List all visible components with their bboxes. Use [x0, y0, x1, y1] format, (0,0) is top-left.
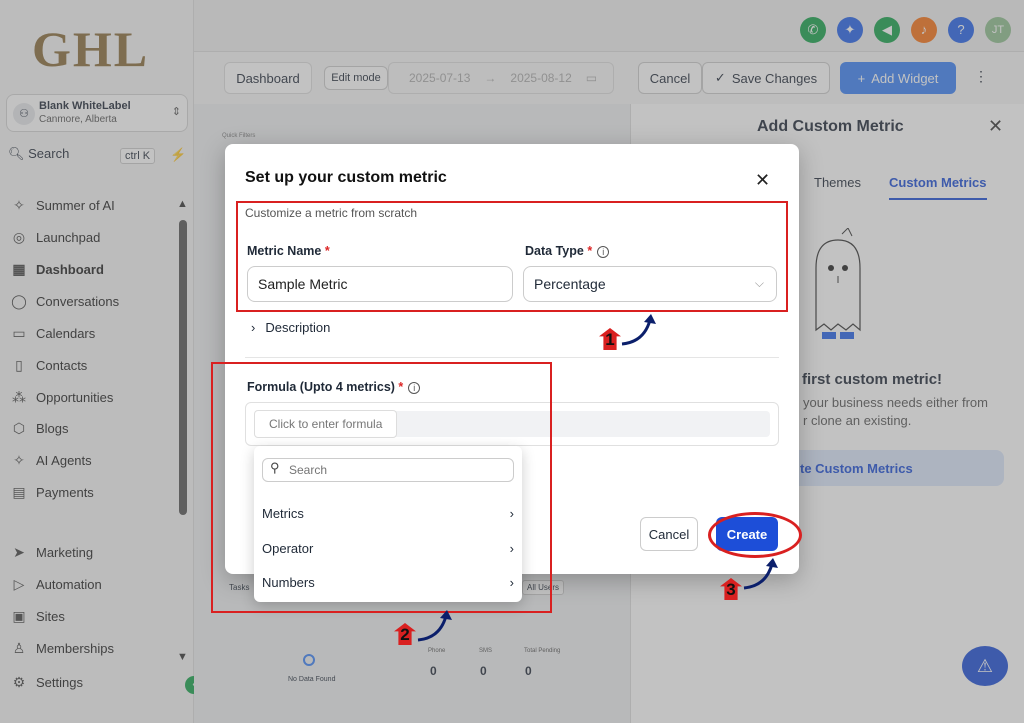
close-icon[interactable]: ✕ — [755, 170, 770, 191]
modal-title: Set up your custom metric — [245, 169, 447, 186]
description-toggle[interactable]: › Description — [251, 320, 330, 335]
cancel-button[interactable]: Cancel — [640, 517, 698, 551]
description-label: Description — [265, 320, 331, 335]
annotation-box-1 — [236, 201, 788, 312]
annotation-box-2 — [211, 362, 552, 613]
annotation-arrow-1 — [621, 314, 656, 346]
annotation-ellipse-3 — [708, 512, 802, 558]
divider — [245, 357, 779, 358]
annotation-arrow-3 — [743, 558, 778, 590]
annotation-arrow-2 — [417, 610, 452, 642]
chevron-right-icon: › — [251, 320, 256, 335]
